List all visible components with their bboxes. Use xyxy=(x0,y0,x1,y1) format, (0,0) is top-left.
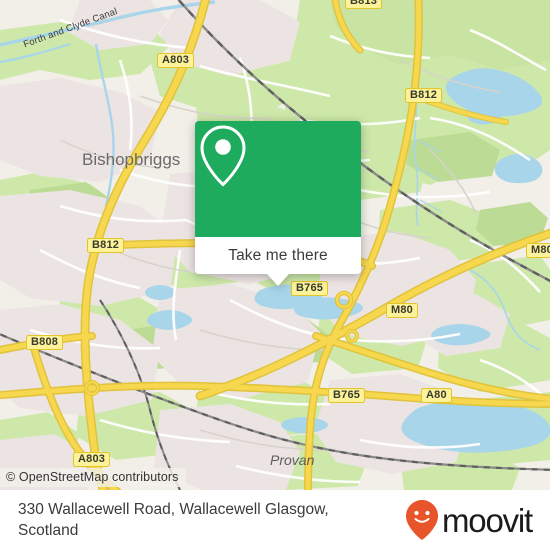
road-shield-a803-north[interactable]: A803 xyxy=(157,53,195,68)
location-callout-card[interactable]: Take me there xyxy=(195,121,361,286)
footer-bar: 330 Wallacewell Road, Wallacewell Glasgo… xyxy=(0,490,550,550)
road-shield-b812-west[interactable]: B812 xyxy=(87,238,125,253)
road-shield-m80-central[interactable]: M80 xyxy=(386,303,418,318)
place-label-provan: Provan xyxy=(270,452,315,468)
callout-tail xyxy=(267,274,289,286)
place-label-bishopbriggs: Bishopbriggs xyxy=(82,150,181,169)
take-me-there-button[interactable]: Take me there xyxy=(195,237,361,274)
road-shield-m80-east[interactable]: M80 xyxy=(526,243,550,258)
moovit-wordmark: moovit xyxy=(442,501,533,539)
road-shield-b813[interactable]: B813 xyxy=(345,0,383,9)
location-pin-icon xyxy=(200,125,246,187)
road-shield-b765-lower[interactable]: B765 xyxy=(328,388,366,403)
address-text: 330 Wallacewell Road, Wallacewell Glasgo… xyxy=(18,501,329,539)
road-shield-b765-upper[interactable]: B765 xyxy=(291,281,329,296)
map-screenshot: Bishopbriggs Provan Forth and Clyde Cana… xyxy=(0,0,550,550)
road-shield-b808[interactable]: B808 xyxy=(26,335,64,350)
road-shield-a80[interactable]: A80 xyxy=(421,388,452,403)
road-shield-b812-northeast[interactable]: B812 xyxy=(405,88,443,103)
moovit-pin-smiley-icon xyxy=(406,500,438,540)
moovit-logo[interactable]: moovit xyxy=(405,499,533,541)
road-shield-a803-south[interactable]: A803 xyxy=(73,452,111,467)
map-attribution[interactable]: © OpenStreetMap contributors xyxy=(0,468,186,487)
map-canvas[interactable]: Bishopbriggs Provan Forth and Clyde Cana… xyxy=(0,0,550,490)
card-header xyxy=(195,121,361,237)
